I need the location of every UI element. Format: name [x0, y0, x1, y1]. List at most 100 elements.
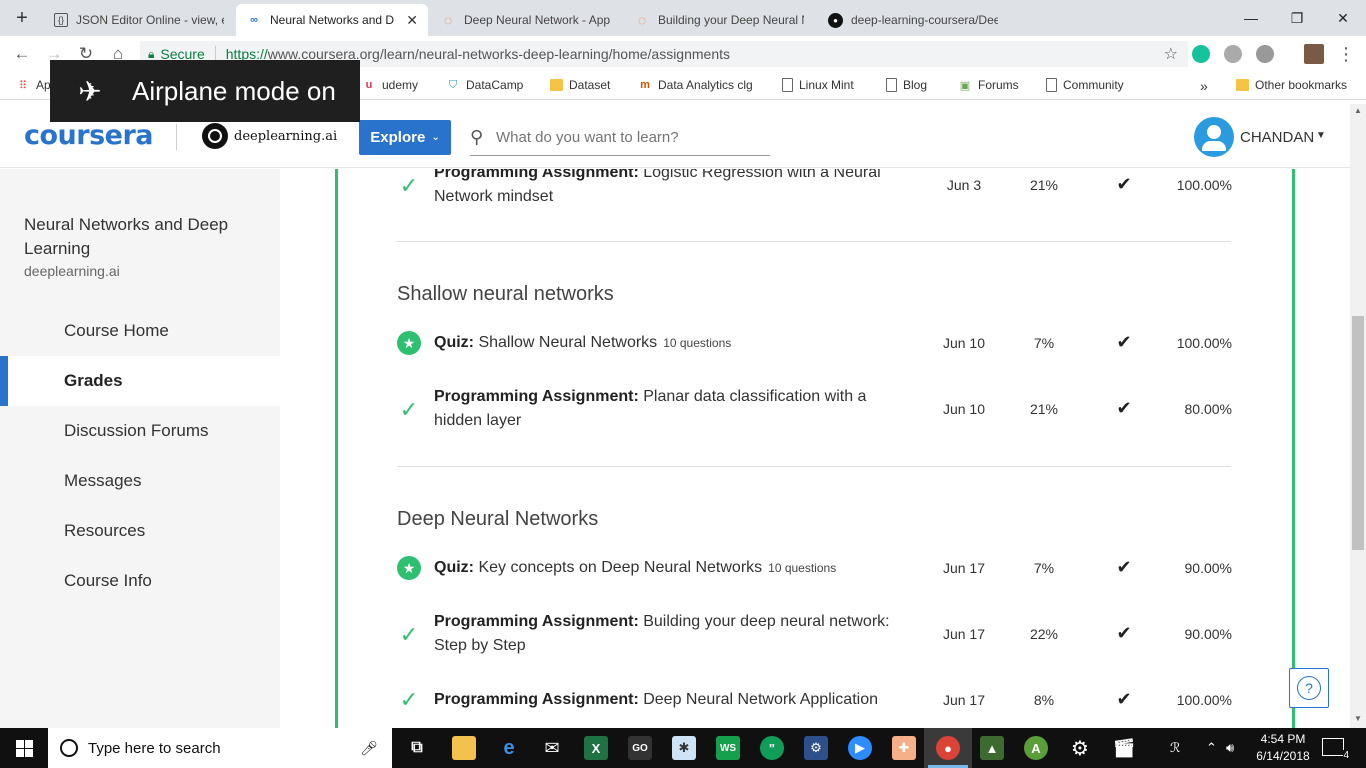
due-date: Jun 17	[942, 692, 986, 708]
goland-icon[interactable]: GO	[628, 736, 652, 760]
username[interactable]: CHANDAN	[1240, 129, 1314, 146]
bookmark-blog[interactable]: Blog	[886, 78, 927, 92]
sidebar-item-discussion-forums[interactable]: Discussion Forums	[0, 406, 280, 456]
apps-bookmark[interactable]: ⠿ Ap	[16, 78, 51, 92]
scroll-up-arrow-icon[interactable]: ▲	[1350, 104, 1366, 118]
browser-tab-neural-networks[interactable]: ∞ Neural Networks and Dee ✕	[236, 4, 428, 36]
sidebar-item-resources[interactable]: Resources	[0, 506, 280, 556]
chrome-icon[interactable]: ●	[936, 736, 960, 760]
scroll-down-arrow-icon[interactable]: ▼	[1350, 712, 1366, 726]
notification-center-icon[interactable]: 4	[1322, 738, 1349, 761]
grade-row[interactable]: ★ Quiz: Shallow Neural Networks 10 questi…	[397, 331, 1237, 355]
page-icon	[1046, 78, 1057, 92]
bookmark-dataset[interactable]: Dataset	[550, 78, 610, 92]
bookmark-label: Community	[1063, 78, 1124, 92]
close-window-button[interactable]: ✕	[1320, 0, 1366, 36]
bookmark-community[interactable]: Community	[1046, 78, 1124, 92]
people-icon[interactable]: ℛ	[1170, 728, 1180, 768]
extension-icon[interactable]	[1256, 45, 1274, 63]
microphone-icon[interactable]: 🎤︎	[360, 740, 378, 757]
grade-row[interactable]: ✓ Programming Assignment: Deep Neural Ne…	[397, 687, 1237, 712]
edge-browser-icon[interactable]: e	[497, 736, 521, 760]
grade-row[interactable]: ★ Quiz: Key concepts on Deep Neural Netw…	[397, 556, 1237, 580]
file-explorer-icon[interactable]	[452, 736, 476, 760]
passed-check-icon: ✔	[1116, 689, 1132, 709]
mail-icon[interactable]: ✉	[540, 736, 564, 760]
sidebar-item-messages[interactable]: Messages	[0, 456, 280, 506]
cortana-icon	[60, 739, 78, 757]
profile-avatar-icon[interactable]	[1304, 44, 1324, 64]
extension-icon[interactable]	[1224, 45, 1242, 63]
bookmark-udemy[interactable]: u udemy	[362, 78, 418, 92]
assignment-type: Programming Assignment:	[434, 691, 639, 708]
snip-tool-icon[interactable]: ✱	[672, 736, 696, 760]
grade-value: 100.00%	[1176, 692, 1232, 708]
start-button[interactable]	[0, 728, 48, 768]
clock-date: 6/14/2018	[1256, 749, 1310, 763]
minimize-window-button[interactable]: —	[1228, 0, 1274, 36]
browser-tab-building-dnn[interactable]: ◌ Building your Deep Neural N	[624, 4, 814, 36]
grade-row[interactable]: ✓ Programming Assignment: Logistic Regre…	[397, 169, 1237, 209]
restore-window-button[interactable]: ❐	[1274, 0, 1320, 36]
excel-icon[interactable]: X	[584, 736, 608, 760]
search-icon: ⚲	[470, 127, 484, 147]
bookmark-datacamp[interactable]: ⛉ DataCamp	[446, 78, 523, 92]
more-bookmarks-button[interactable]: »	[1200, 78, 1208, 94]
check-icon: ✓	[399, 397, 419, 422]
bookmark-forums[interactable]: ▣ Forums	[958, 78, 1019, 92]
passed-check-icon: ✔	[1116, 557, 1132, 577]
weight: 21%	[1029, 177, 1059, 193]
scrollbar-thumb[interactable]	[1352, 316, 1364, 550]
coursera-logo[interactable]: coursera	[24, 120, 154, 151]
user-avatar[interactable]	[1194, 117, 1234, 157]
sidebar-item-course-home[interactable]: Course Home	[0, 306, 280, 356]
explore-button[interactable]: Explore ⌄	[359, 120, 451, 155]
sidebar-item-course-info[interactable]: Course Info	[0, 556, 280, 606]
zoom-icon[interactable]: ▶	[848, 736, 872, 760]
grade-row[interactable]: ✓ Programming Assignment: Planar data cl…	[397, 385, 1237, 433]
grammarly-extension-icon[interactable]	[1192, 45, 1210, 63]
assignment-name[interactable]: Programming Assignment: Logistic Regress…	[434, 169, 904, 209]
chrome-menu-icon[interactable]: ⋮	[1334, 42, 1358, 66]
chevron-up-icon[interactable]: ⌃	[1206, 728, 1217, 768]
due-date: Jun 3	[946, 177, 982, 193]
datacamp-icon: ⛉	[448, 78, 458, 91]
help-button[interactable]: ?	[1289, 668, 1329, 708]
app-icon[interactable]: ▲	[980, 736, 1004, 760]
caret-down-icon[interactable]: ▼	[1316, 130, 1326, 141]
close-tab-icon[interactable]: ✕	[406, 12, 418, 29]
bookmark-linux-mint[interactable]: Linux Mint	[782, 78, 854, 92]
task-view-icon[interactable]: ⧉	[405, 736, 429, 760]
bookmark-star-icon[interactable]: ☆	[1164, 44, 1178, 64]
tableau-icon[interactable]: ✚	[892, 736, 916, 760]
assignment-name[interactable]: Programming Assignment: Planar data clas…	[434, 385, 904, 433]
airplane-mode-toast: ✈ Airplane mode on	[50, 60, 360, 122]
course-title[interactable]: Neural Networks and Deep Learning	[24, 213, 254, 261]
course-sidebar: Neural Networks and Deep Learning deeple…	[0, 169, 280, 728]
browser-tab-deep-neural-network[interactable]: ◌ Deep Neural Network - Appl	[430, 4, 620, 36]
partner-logo[interactable]: deeplearning.ai	[202, 123, 337, 149]
volume-icon[interactable]: 🔊︎	[1226, 728, 1234, 768]
bookmark-data-analytics[interactable]: m Data Analytics clg	[638, 78, 753, 92]
grade-row[interactable]: ✓ Programming Assignment: Building your …	[397, 610, 1237, 658]
assignment-name[interactable]: Programming Assignment: Building your de…	[434, 610, 904, 658]
network-app-icon[interactable]: ⚙	[804, 736, 828, 760]
other-bookmarks[interactable]: Other bookmarks	[1236, 78, 1347, 92]
video-editor-icon[interactable]: 🎬︎	[1112, 736, 1136, 760]
assignment-name[interactable]: Quiz: Shallow Neural Networks 10 question…	[434, 331, 904, 355]
search-input[interactable]	[496, 129, 756, 146]
assignment-name[interactable]: Programming Assignment: Deep Neural Netw…	[434, 688, 904, 712]
android-studio-icon[interactable]: A	[1024, 736, 1048, 760]
webstorm-icon[interactable]: WS	[716, 736, 740, 760]
passed-check-icon: ✔	[1116, 398, 1132, 418]
system-clock[interactable]: 4:54 PM 6/14/2018	[1252, 731, 1314, 765]
browser-tab-github[interactable]: ● deep-learning-coursera/Deep	[818, 4, 1008, 36]
taskbar-search[interactable]: Type here to search 🎤︎	[48, 728, 392, 768]
settings-gear-icon[interactable]: ⚙	[1068, 736, 1092, 760]
assignment-name[interactable]: Quiz: Key concepts on Deep Neural Networ…	[434, 556, 904, 580]
browser-tab-json-editor[interactable]: {} JSON Editor Online - view, ed	[44, 4, 234, 36]
hangouts-icon[interactable]: "	[760, 736, 784, 760]
back-arrow-icon[interactable]: ←	[10, 42, 34, 66]
sidebar-item-grades[interactable]: Grades	[0, 356, 280, 406]
new-tab-button[interactable]: +	[10, 6, 34, 30]
